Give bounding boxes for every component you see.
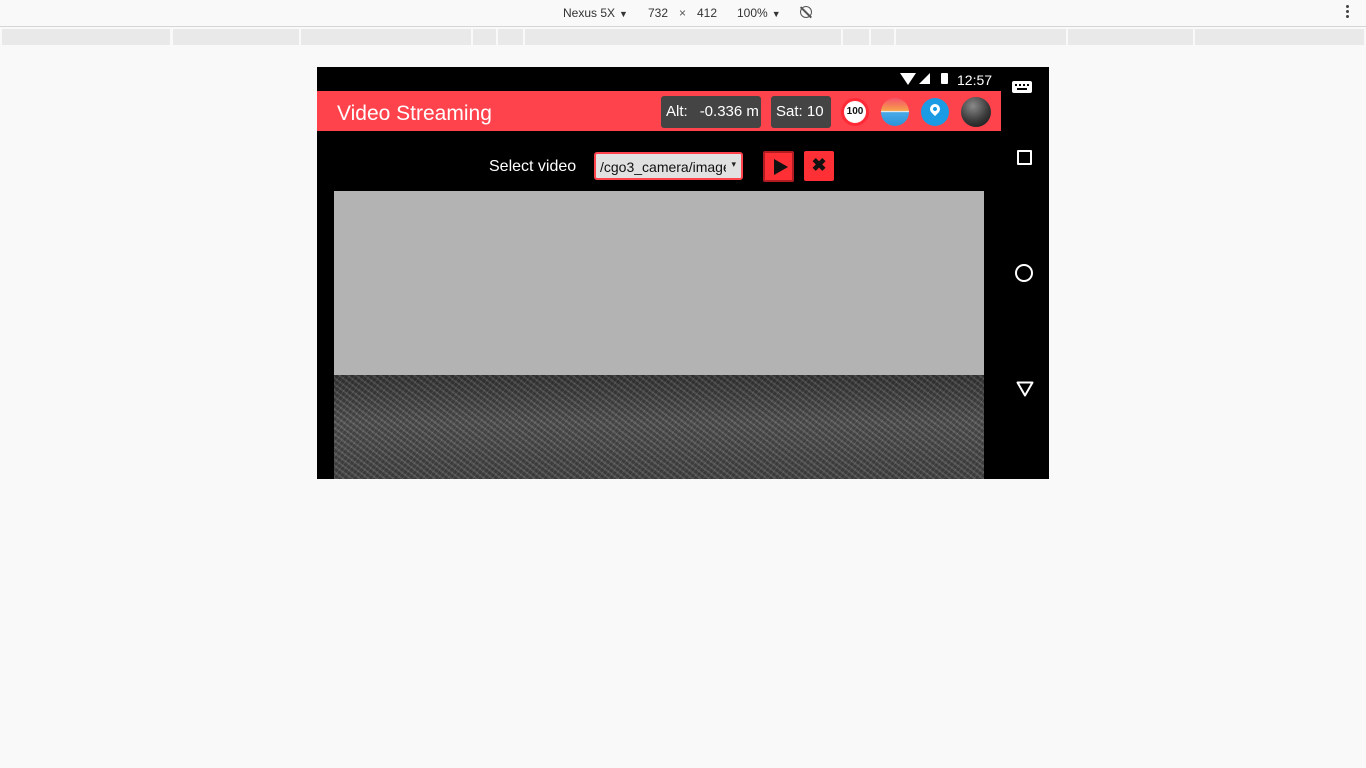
zoom-value: 100% (737, 6, 768, 20)
android-nav-bar (1001, 67, 1049, 479)
media-query-segment[interactable] (301, 29, 471, 45)
sunset-icon[interactable] (881, 98, 909, 126)
video-topic-select[interactable]: /cgo3_camera/image ▾ (594, 152, 743, 180)
caret-down-icon: ▼ (619, 9, 628, 19)
device-viewport: 12:57 Video Streaming Alt: -0.336 m Sat: … (317, 67, 1049, 479)
more-vert-icon[interactable] (1342, 5, 1352, 21)
media-query-segment[interactable] (473, 29, 496, 45)
page-title: Video Streaming (337, 102, 492, 125)
wifi-icon (900, 73, 916, 85)
battery-level-icon[interactable]: 100 (841, 98, 869, 126)
viewport-width-field[interactable]: 732 (648, 6, 668, 20)
media-query-segment[interactable] (525, 29, 841, 45)
select-video-label: Select video (489, 158, 577, 175)
location-pin-icon[interactable] (921, 98, 949, 126)
video-ground (334, 375, 984, 479)
altitude-badge: Alt: -0.336 m (661, 96, 761, 128)
selected-topic: /cgo3_camera/image (600, 159, 726, 175)
video-stream-view (334, 191, 984, 479)
signal-icon (919, 73, 930, 84)
altitude-value: -0.336 m (699, 103, 759, 120)
app-header: Video Streaming Alt: -0.336 m Sat: 10 100 (317, 91, 1001, 131)
play-button[interactable] (763, 151, 794, 182)
media-query-segment[interactable] (2, 29, 170, 45)
media-query-bar (2, 29, 1364, 45)
battery-icon (941, 73, 948, 84)
caret-down-icon: ▾ (731, 159, 736, 169)
media-query-segment[interactable] (1068, 29, 1193, 45)
keyboard-icon[interactable] (1012, 81, 1032, 93)
video-select-row: Select video /cgo3_camera/image ▾ ✖ (317, 151, 1001, 183)
stop-icon: ✖ (811, 155, 827, 175)
media-query-segment[interactable] (871, 29, 894, 45)
altitude-label: Alt: (666, 103, 688, 120)
rotate-icon[interactable] (800, 6, 812, 18)
media-query-segment[interactable] (843, 29, 869, 45)
viewport-height-field[interactable]: 412 (697, 6, 717, 20)
android-status-bar: 12:57 (317, 67, 1001, 91)
stop-button[interactable]: ✖ (804, 151, 834, 181)
satellites-badge: Sat: 10 (771, 96, 831, 128)
media-query-segment[interactable] (173, 29, 299, 45)
status-time: 12:57 (957, 72, 993, 88)
overview-square-icon[interactable] (1017, 150, 1032, 165)
status-ball-icon[interactable] (961, 97, 991, 127)
play-icon (774, 159, 788, 175)
zoom-select[interactable]: 100% ▼ (737, 6, 781, 20)
caret-down-icon: ▼ (771, 9, 781, 19)
back-triangle-icon[interactable] (1016, 381, 1034, 397)
media-query-segment[interactable] (1195, 29, 1364, 45)
device-select[interactable]: Nexus 5X ▼ (563, 6, 628, 20)
media-query-segment[interactable] (896, 29, 1066, 45)
devtools-device-toolbar: Nexus 5X ▼ 732 × 412 100% ▼ (0, 0, 1366, 27)
home-circle-icon[interactable] (1015, 264, 1033, 282)
device-name: Nexus 5X (563, 6, 616, 20)
media-query-segment[interactable] (498, 29, 523, 45)
dimension-separator: × (679, 6, 687, 20)
